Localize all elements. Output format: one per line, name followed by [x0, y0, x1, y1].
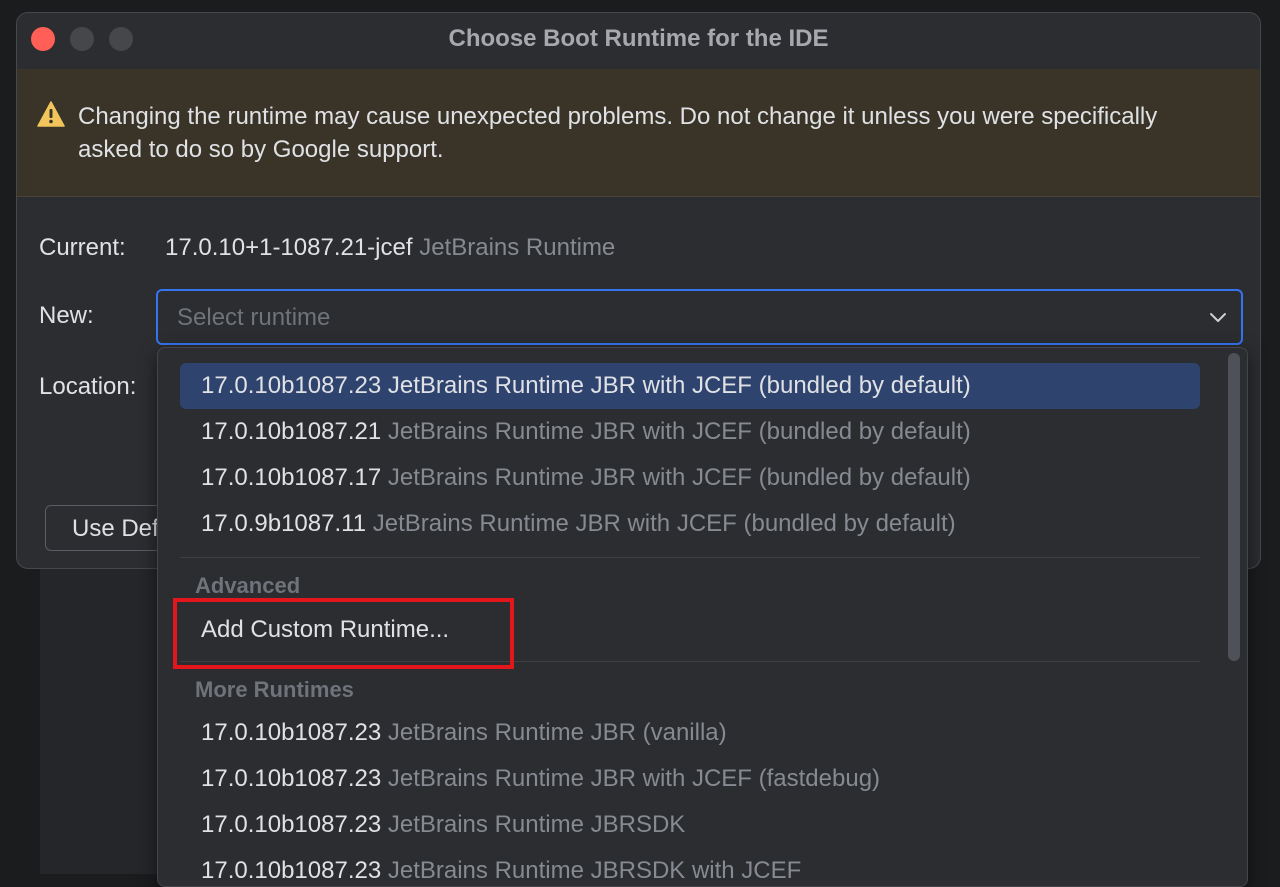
- current-runtime-value: 17.0.10+1-1087.21-jcef JetBrains Runtime: [165, 234, 615, 262]
- runtime-description: JetBrains Runtime JBR with JCEF (bundled…: [387, 372, 971, 399]
- runtime-description: JetBrains Runtime JBRSDK: [387, 811, 686, 838]
- runtime-version: 17.0.10b1087.23: [201, 811, 382, 838]
- runtime-description: JetBrains Runtime JBR with JCEF (bundled…: [387, 418, 971, 445]
- runtime-option[interactable]: 17.0.10b1087.21 JetBrains Runtime JBR wi…: [180, 409, 1200, 455]
- runtime-description: JetBrains Runtime JBR with JCEF (bundled…: [372, 510, 956, 537]
- runtime-version: 17.0.10b1087.21: [201, 418, 382, 445]
- runtime-select[interactable]: Select runtime: [156, 289, 1243, 345]
- runtime-version: 17.0.10b1087.23: [201, 372, 382, 399]
- current-runtime-vendor: JetBrains Runtime: [419, 234, 616, 261]
- warning-banner: Changing the runtime may cause unexpecte…: [17, 69, 1260, 197]
- runtime-option[interactable]: 17.0.10b1087.23 JetBrains Runtime JBRSDK: [180, 802, 1200, 848]
- dropdown-separator: [180, 557, 1200, 558]
- new-label: New:: [39, 302, 94, 329]
- current-runtime-version: 17.0.10+1-1087.21-jcef: [165, 234, 413, 261]
- runtime-description: JetBrains Runtime JBR with JCEF (bundled…: [387, 464, 971, 491]
- runtime-description: JetBrains Runtime JBR with JCEF (fastdeb…: [387, 765, 881, 792]
- runtime-option[interactable]: 17.0.10b1087.23 JetBrains Runtime JBR wi…: [180, 756, 1200, 802]
- more-runtimes-group-header: More Runtimes: [195, 677, 354, 702]
- current-label: Current:: [39, 234, 126, 261]
- runtime-option[interactable]: 17.0.10b1087.17 JetBrains Runtime JBR wi…: [180, 455, 1200, 501]
- advanced-group-header: Advanced: [195, 573, 301, 598]
- runtime-description: JetBrains Runtime JBRSDK with JCEF: [387, 857, 802, 884]
- highlight-annotation: [173, 598, 514, 669]
- runtime-version: 17.0.10b1087.23: [201, 719, 382, 746]
- runtime-option[interactable]: 17.0.10b1087.23 JetBrains Runtime JBRSDK…: [180, 848, 1200, 886]
- dropdown-scrollbar[interactable]: [1228, 353, 1240, 661]
- runtime-option[interactable]: 17.0.10b1087.23 JetBrains Runtime JBR (v…: [180, 710, 1200, 756]
- runtime-version: 17.0.9b1087.11: [201, 510, 367, 537]
- runtime-option[interactable]: 17.0.10b1087.23 JetBrains Runtime JBR wi…: [180, 363, 1200, 409]
- background-window: [40, 560, 158, 874]
- title-bar: Choose Boot Runtime for the IDE: [17, 13, 1260, 69]
- location-label: Location:: [39, 373, 137, 400]
- runtime-select-placeholder: Select runtime: [177, 304, 331, 331]
- runtime-description: JetBrains Runtime JBR (vanilla): [387, 719, 727, 746]
- warning-triangle-icon: [37, 101, 65, 127]
- runtime-option[interactable]: 17.0.9b1087.11 JetBrains Runtime JBR wit…: [180, 501, 1200, 547]
- chevron-down-icon: [1210, 313, 1226, 322]
- runtime-version: 17.0.10b1087.23: [201, 765, 382, 792]
- warning-text: Changing the runtime may cause unexpecte…: [78, 103, 1158, 163]
- runtime-version: 17.0.10b1087.23: [201, 857, 382, 884]
- dialog-title: Choose Boot Runtime for the IDE: [448, 25, 829, 52]
- runtime-version: 17.0.10b1087.17: [201, 464, 382, 491]
